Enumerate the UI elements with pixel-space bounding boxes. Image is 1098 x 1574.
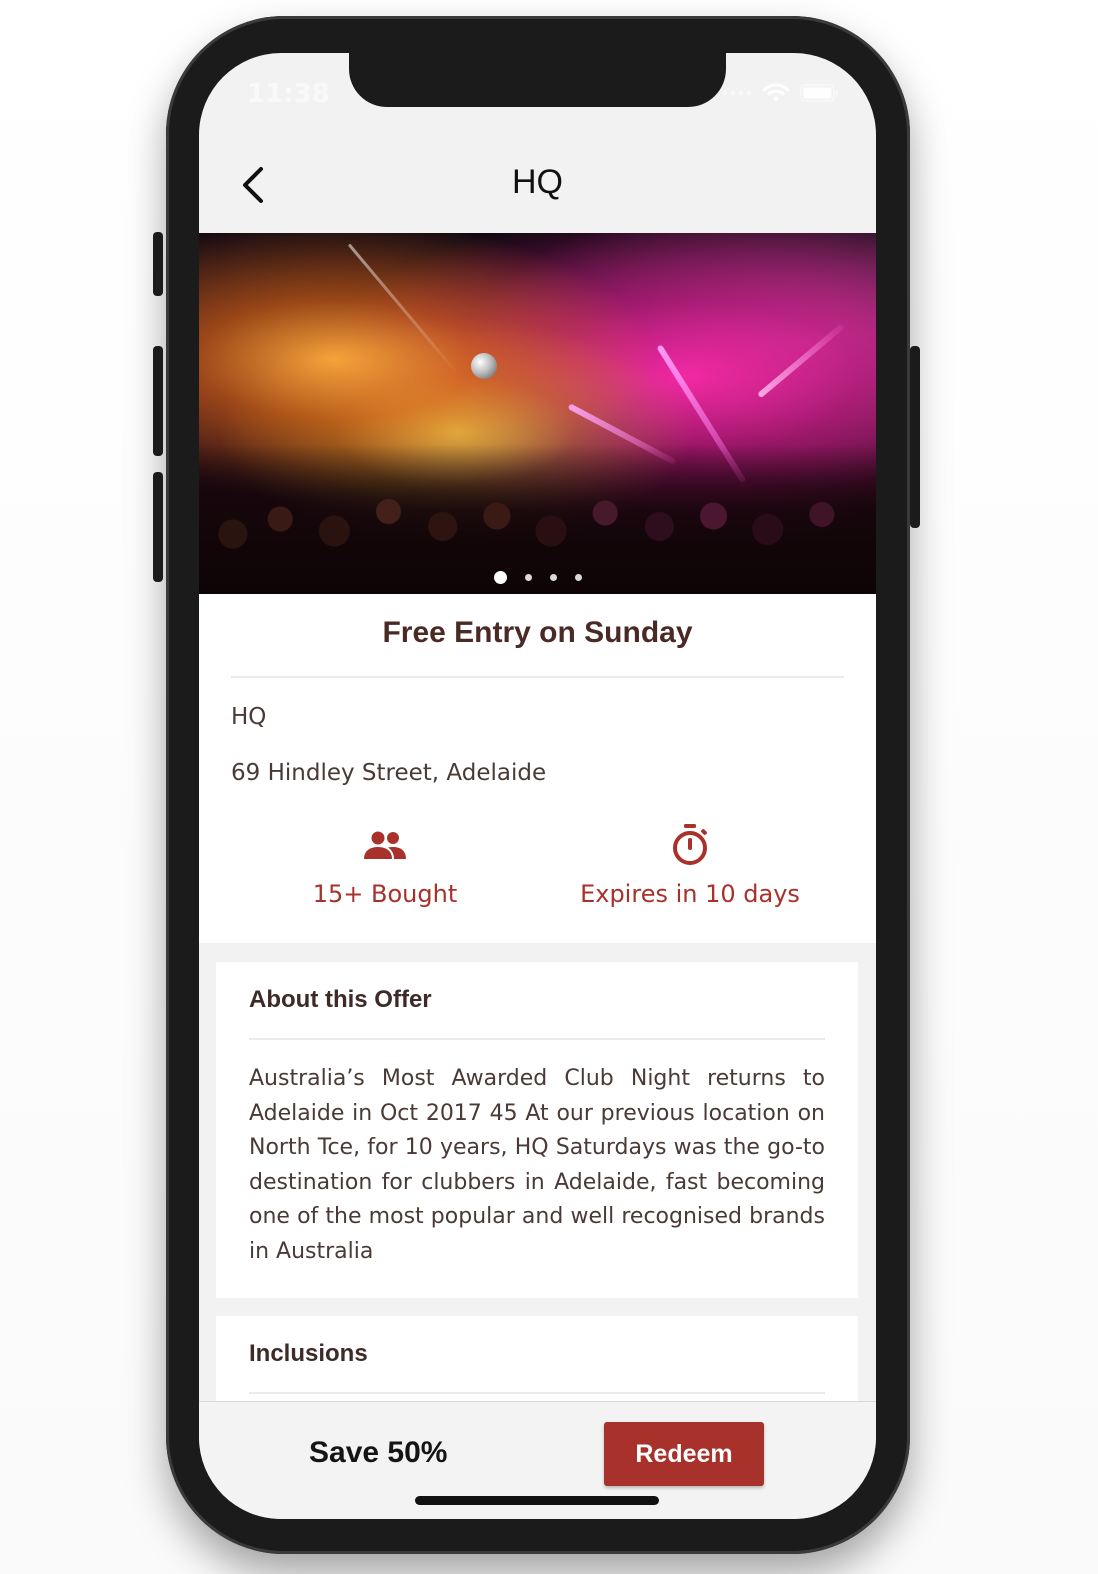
light-beam (347, 243, 460, 376)
venue-name: HQ (231, 704, 267, 730)
inclusions-title: Inclusions (249, 1340, 368, 1367)
redeem-button[interactable]: Redeem (604, 1422, 764, 1486)
status-time: 11:38 (247, 79, 330, 109)
wifi-icon (762, 83, 790, 107)
disco-ball (471, 353, 497, 379)
about-section: About this Offer Australia’s Most Awarde… (216, 962, 858, 1298)
carousel-dot[interactable] (524, 574, 532, 581)
offer-title: Free Entry on Sunday (382, 616, 693, 649)
home-indicator[interactable] (415, 1496, 659, 1505)
volume-up-button (153, 346, 163, 456)
power-button (910, 346, 920, 528)
bottom-action-bar: Save 50% Redeem (199, 1401, 876, 1519)
battery-icon (800, 83, 840, 107)
signal-icon (722, 85, 752, 105)
page-title: HQ (512, 163, 563, 201)
about-title: About this Offer (249, 986, 432, 1013)
hero-image-carousel[interactable] (199, 233, 876, 594)
about-description: Australia’s Most Awarded Club Night retu… (249, 1066, 825, 1264)
offer-info-card: Free Entry on Sunday HQ 69 Hindley Stree… (199, 594, 876, 943)
notch (349, 53, 726, 107)
status-icons (722, 83, 840, 107)
expiry: Expires in 10 days (540, 824, 840, 908)
divider (249, 1038, 825, 1040)
people-icon (364, 830, 406, 864)
screen: 11:38 HQ Free Entry on Sunday HQ 69 Hind… (199, 53, 876, 1519)
stage: 11:38 HQ Free Entry on Sunday HQ 69 Hind… (0, 0, 1098, 1574)
carousel-indicator[interactable] (199, 571, 876, 584)
volume-down-button (153, 472, 163, 582)
savings-label: Save 50% (309, 1436, 448, 1469)
carousel-dot[interactable] (549, 574, 557, 581)
bought-count: 15+ Bought (235, 824, 535, 908)
timer-icon (670, 823, 710, 871)
mute-switch (153, 232, 163, 296)
carousel-dot[interactable] (574, 574, 582, 581)
divider (249, 1392, 825, 1394)
divider (231, 676, 844, 678)
expiry-label: Expires in 10 days (580, 880, 800, 908)
bought-count-label: 15+ Bought (312, 880, 458, 908)
navigation-bar: HQ (199, 153, 876, 233)
carousel-dot[interactable] (493, 571, 507, 584)
light-beam (757, 322, 846, 399)
venue-address: 69 Hindley Street, Adelaide (231, 760, 547, 786)
